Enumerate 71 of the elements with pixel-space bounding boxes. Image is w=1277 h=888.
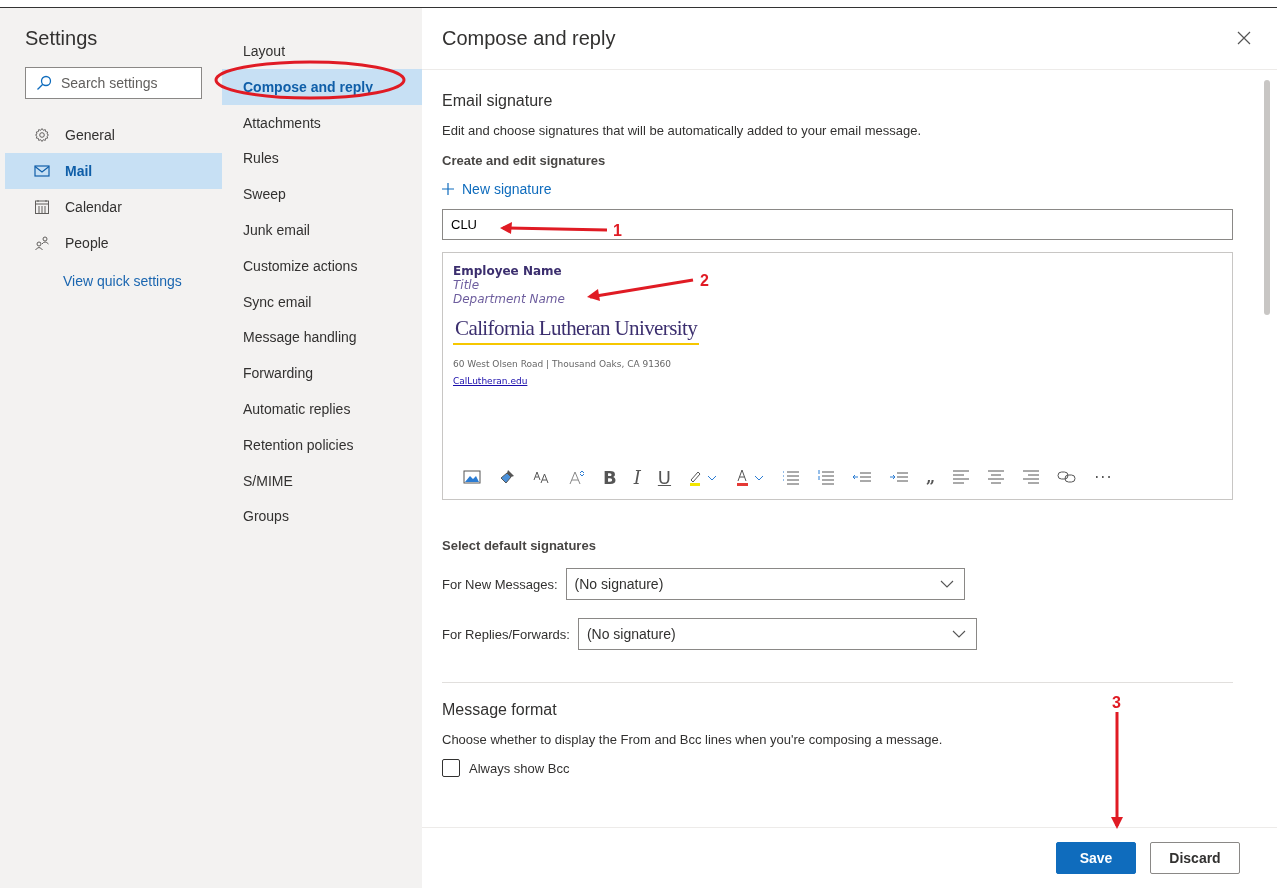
settings-page-item[interactable]: Junk email <box>222 212 422 248</box>
chevron-down-icon <box>939 580 954 588</box>
settings-page-item[interactable]: S/MIME <box>222 462 422 499</box>
calendar-icon <box>34 199 50 215</box>
format-button[interactable]: U <box>657 466 672 488</box>
settings-category[interactable]: People <box>5 225 222 261</box>
increase-indent-icon[interactable] <box>889 471 910 483</box>
view-quick-settings-link[interactable]: View quick settings <box>63 273 182 289</box>
format-button[interactable]: ··· <box>1094 467 1113 487</box>
bullet-list-icon[interactable] <box>782 469 801 485</box>
align-right-icon[interactable] <box>1022 470 1041 484</box>
chevron-down-icon <box>951 630 966 638</box>
field-label: For Replies/Forwards: <box>442 626 570 642</box>
decrease-indent-icon[interactable] <box>852 471 873 483</box>
settings-page-item[interactable]: Automatic replies <box>222 390 422 427</box>
settings-page-item[interactable]: Sweep <box>222 176 422 212</box>
discard-button[interactable]: Discard <box>1150 842 1240 874</box>
align-center-icon[interactable] <box>987 470 1006 484</box>
settings-page-item[interactable]: Forwarding <box>222 355 422 391</box>
settings-page-item[interactable]: Retention policies <box>222 426 422 463</box>
subsection-label: Select default signatures <box>442 538 597 553</box>
checkbox-option[interactable]: Always show Bcc <box>442 759 1233 777</box>
close-icon[interactable] <box>1237 31 1251 45</box>
annotation-number: 3 <box>1112 694 1121 712</box>
envelope-icon <box>34 163 50 179</box>
format-button[interactable]: B <box>603 466 617 488</box>
format-button[interactable]: „ <box>926 467 936 487</box>
signature-name-text: Employee Name <box>453 264 562 278</box>
font-size-icon[interactable] <box>533 469 551 485</box>
settings-page-item[interactable]: Layout <box>222 33 422 69</box>
panel-title: Compose and reply <box>442 26 616 50</box>
link-icon[interactable] <box>1057 470 1078 484</box>
settings-page-item[interactable]: Rules <box>222 140 422 177</box>
people-icon <box>34 235 50 251</box>
settings-page-item[interactable]: Customize actions <box>222 247 422 284</box>
search-icon <box>36 75 52 91</box>
annotation-number: 1 <box>613 222 622 240</box>
new-signature-button[interactable]: New signature <box>442 181 552 197</box>
brush-icon[interactable] <box>498 468 516 486</box>
university-logo: California Lutheran University <box>453 316 700 345</box>
signature-dropdown[interactable]: (No signature) <box>565 568 965 600</box>
font-color-icon[interactable] <box>735 468 766 486</box>
website-link[interactable]: CalLutheran.edu <box>453 376 528 386</box>
save-button[interactable]: Save <box>1056 842 1136 874</box>
format-button[interactable]: I <box>633 466 641 488</box>
settings-title: Settings <box>24 27 99 51</box>
signature-title-text: Title <box>453 278 480 292</box>
gear-icon <box>34 127 50 143</box>
section-description: Choose whether to display the From and Bcc lines when you're composing a message. <box>442 732 944 747</box>
settings-category[interactable]: Calendar <box>5 189 222 225</box>
settings-category[interactable]: Mail <box>5 153 222 189</box>
numbered-list-icon[interactable] <box>817 469 836 485</box>
settings-page-item[interactable]: Groups <box>222 498 422 535</box>
settings-category[interactable]: General <box>5 117 222 153</box>
signature-department-text: Department Name <box>453 292 565 306</box>
section-description: Edit and choose signatures that will be automatically added to your email message. <box>442 123 923 138</box>
section-heading: Email signature <box>442 92 553 110</box>
settings-page-item[interactable]: Message handling <box>222 319 422 356</box>
subsection-label: Create and edit signatures <box>442 153 607 168</box>
field-label: For New Messages: <box>442 576 558 592</box>
signature-address: 60 West Olsen Road | Thousand Oaks, CA 91360 <box>453 359 672 369</box>
section-heading: Message format <box>442 701 557 719</box>
plus-icon <box>442 183 454 195</box>
search-field[interactable]: Search settings <box>25 67 202 99</box>
settings-page-item[interactable]: Attachments <box>222 104 422 141</box>
grow-font-icon[interactable] <box>568 469 586 485</box>
annotation-number: 2 <box>700 272 709 290</box>
signature-dropdown[interactable]: (No signature) <box>577 618 977 650</box>
picture-icon[interactable] <box>463 469 481 485</box>
settings-page-item[interactable]: Sync email <box>222 283 422 320</box>
align-left-icon[interactable] <box>952 470 971 484</box>
